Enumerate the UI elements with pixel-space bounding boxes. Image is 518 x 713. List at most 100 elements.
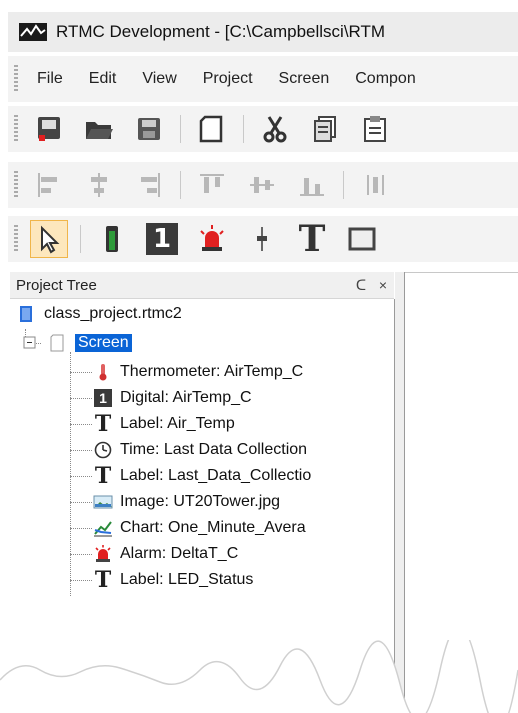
align-left-button[interactable] (30, 166, 68, 204)
tree-connector (70, 398, 92, 399)
align-middle-button[interactable] (243, 166, 281, 204)
digital-tool-button[interactable]: 1 (143, 220, 181, 258)
cut-icon (263, 116, 287, 143)
tree-connector (70, 502, 92, 503)
text-glyph: T (94, 463, 112, 489)
project-file-icon (16, 303, 38, 325)
text-glyph: T (94, 567, 112, 593)
thermometer-tool-button[interactable] (93, 220, 131, 258)
menu-project[interactable]: Project (190, 56, 266, 102)
alarm-icon (92, 543, 114, 565)
alarm-icon (200, 225, 224, 251)
project-tree-title: Project Tree (16, 276, 97, 294)
align-top-icon (200, 174, 224, 193)
thermometer-icon (106, 226, 118, 252)
tree-connector (70, 554, 92, 555)
tree-item-image[interactable]: Image: UT20Tower.jpg (92, 489, 280, 515)
title-bar[interactable]: RTMC Development - [C:\Campbellsci\RTM (8, 12, 518, 52)
toolbar-separator (180, 115, 181, 143)
frame-tool-button[interactable] (343, 220, 381, 258)
text-label-icon: T (92, 413, 114, 435)
cut-button[interactable] (256, 110, 294, 148)
menu-file[interactable]: File (24, 56, 76, 102)
select-pointer-icon (41, 225, 60, 254)
menu-components[interactable]: Compon (342, 56, 428, 102)
align-middle-icon (250, 177, 274, 193)
tree-item-chart[interactable]: Chart: One_Minute_Avera (92, 515, 306, 541)
tree-root-item[interactable]: class_project.rtmc2 (16, 301, 182, 327)
align-center-button[interactable] (80, 166, 118, 204)
close-icon[interactable]: × (372, 277, 394, 293)
tree-item-time[interactable]: Time: Last Data Collection (92, 437, 307, 463)
open-folder-icon (86, 122, 113, 139)
select-tool-button[interactable] (30, 220, 68, 258)
text-label-icon: T (92, 569, 114, 591)
paste-button[interactable] (356, 110, 394, 148)
tree-item-label: Chart: One_Minute_Avera (120, 519, 306, 536)
tree-item-label: Label: LED_Status (120, 571, 254, 588)
collapse-icon[interactable] (19, 332, 41, 354)
text-label-icon: T (298, 218, 326, 260)
digital-icon: 1 (92, 387, 114, 409)
tree-connector (70, 372, 92, 373)
label-tool-button[interactable]: T (293, 220, 331, 258)
chart-icon (92, 517, 114, 539)
menu-edit[interactable]: Edit (76, 56, 130, 102)
menu-grip[interactable] (14, 65, 18, 93)
slider-tool-button[interactable] (243, 220, 281, 258)
open-project-button[interactable] (80, 110, 118, 148)
tree-item-thermometer[interactable]: Thermometer: AirTemp_C (92, 359, 303, 385)
toolbar-separator (80, 225, 81, 253)
toolbar-grip[interactable] (14, 171, 18, 199)
tree-item-label-airtemp[interactable]: T Label: Air_Temp (92, 411, 235, 437)
tree-screen-item[interactable]: Screen (19, 330, 132, 356)
align-top-button[interactable] (193, 166, 231, 204)
menu-bar: File Edit View Project Screen Compon (8, 56, 518, 102)
menu-view[interactable]: View (129, 56, 189, 102)
save-button[interactable] (130, 110, 168, 148)
distribute-icon (367, 175, 384, 195)
tree-item-label: Digital: AirTemp_C (120, 389, 252, 406)
copy-button[interactable] (306, 110, 344, 148)
tree-item-label-ledstatus[interactable]: T Label: LED_Status (92, 567, 254, 593)
pin-icon[interactable]: ᑕ (350, 277, 372, 294)
toolbar-separator (243, 115, 244, 143)
toolbar-grip[interactable] (14, 115, 18, 143)
paste-icon (364, 116, 386, 142)
rtmc-window: RTMC Development - [C:\Campbellsci\RTM F… (0, 0, 518, 713)
tree-item-label: Label: Last_Data_Collectio (120, 467, 312, 484)
tree-connector (70, 580, 92, 581)
toolbar-separator (343, 171, 344, 199)
text-glyph: T (94, 411, 112, 437)
canvas-border (404, 272, 518, 273)
copy-icon (314, 116, 336, 142)
image-icon (92, 491, 114, 513)
align-right-button[interactable] (130, 166, 168, 204)
tree-item-digital[interactable]: 1 Digital: AirTemp_C (92, 385, 252, 411)
torn-edge (0, 640, 518, 713)
window-title: RTMC Development - [C:\Campbellsci\RTM (56, 22, 386, 41)
tree-connector (70, 352, 71, 596)
tree-item-label-lastdata[interactable]: T Label: Last_Data_Collectio (92, 463, 311, 489)
project-tree-header: Project Tree ᑕ × (10, 272, 394, 299)
tree-item-label: Alarm: DeltaT_C (120, 545, 239, 562)
align-bottom-button[interactable] (293, 166, 331, 204)
alarm-tool-button[interactable] (193, 220, 231, 258)
tree-connector (70, 450, 92, 451)
align-left-icon (38, 173, 57, 197)
thermometer-icon (92, 361, 114, 383)
new-project-button[interactable] (30, 110, 68, 148)
tree-item-label: Image: UT20Tower.jpg (120, 493, 281, 510)
align-right-icon (141, 173, 160, 197)
new-screen-button[interactable] (193, 110, 231, 148)
distribute-button[interactable] (356, 166, 394, 204)
tree-item-label: Time: Last Data Collection (120, 441, 308, 458)
menu-screen[interactable]: Screen (266, 56, 343, 102)
tree-item-alarm[interactable]: Alarm: DeltaT_C (92, 541, 238, 567)
digital-icon: 1 (146, 223, 178, 255)
toolbar-separator (180, 171, 181, 199)
toolbar-grip[interactable] (14, 225, 18, 253)
clock-icon (92, 439, 114, 461)
tree-connector (70, 424, 92, 425)
frame-icon (348, 227, 376, 251)
